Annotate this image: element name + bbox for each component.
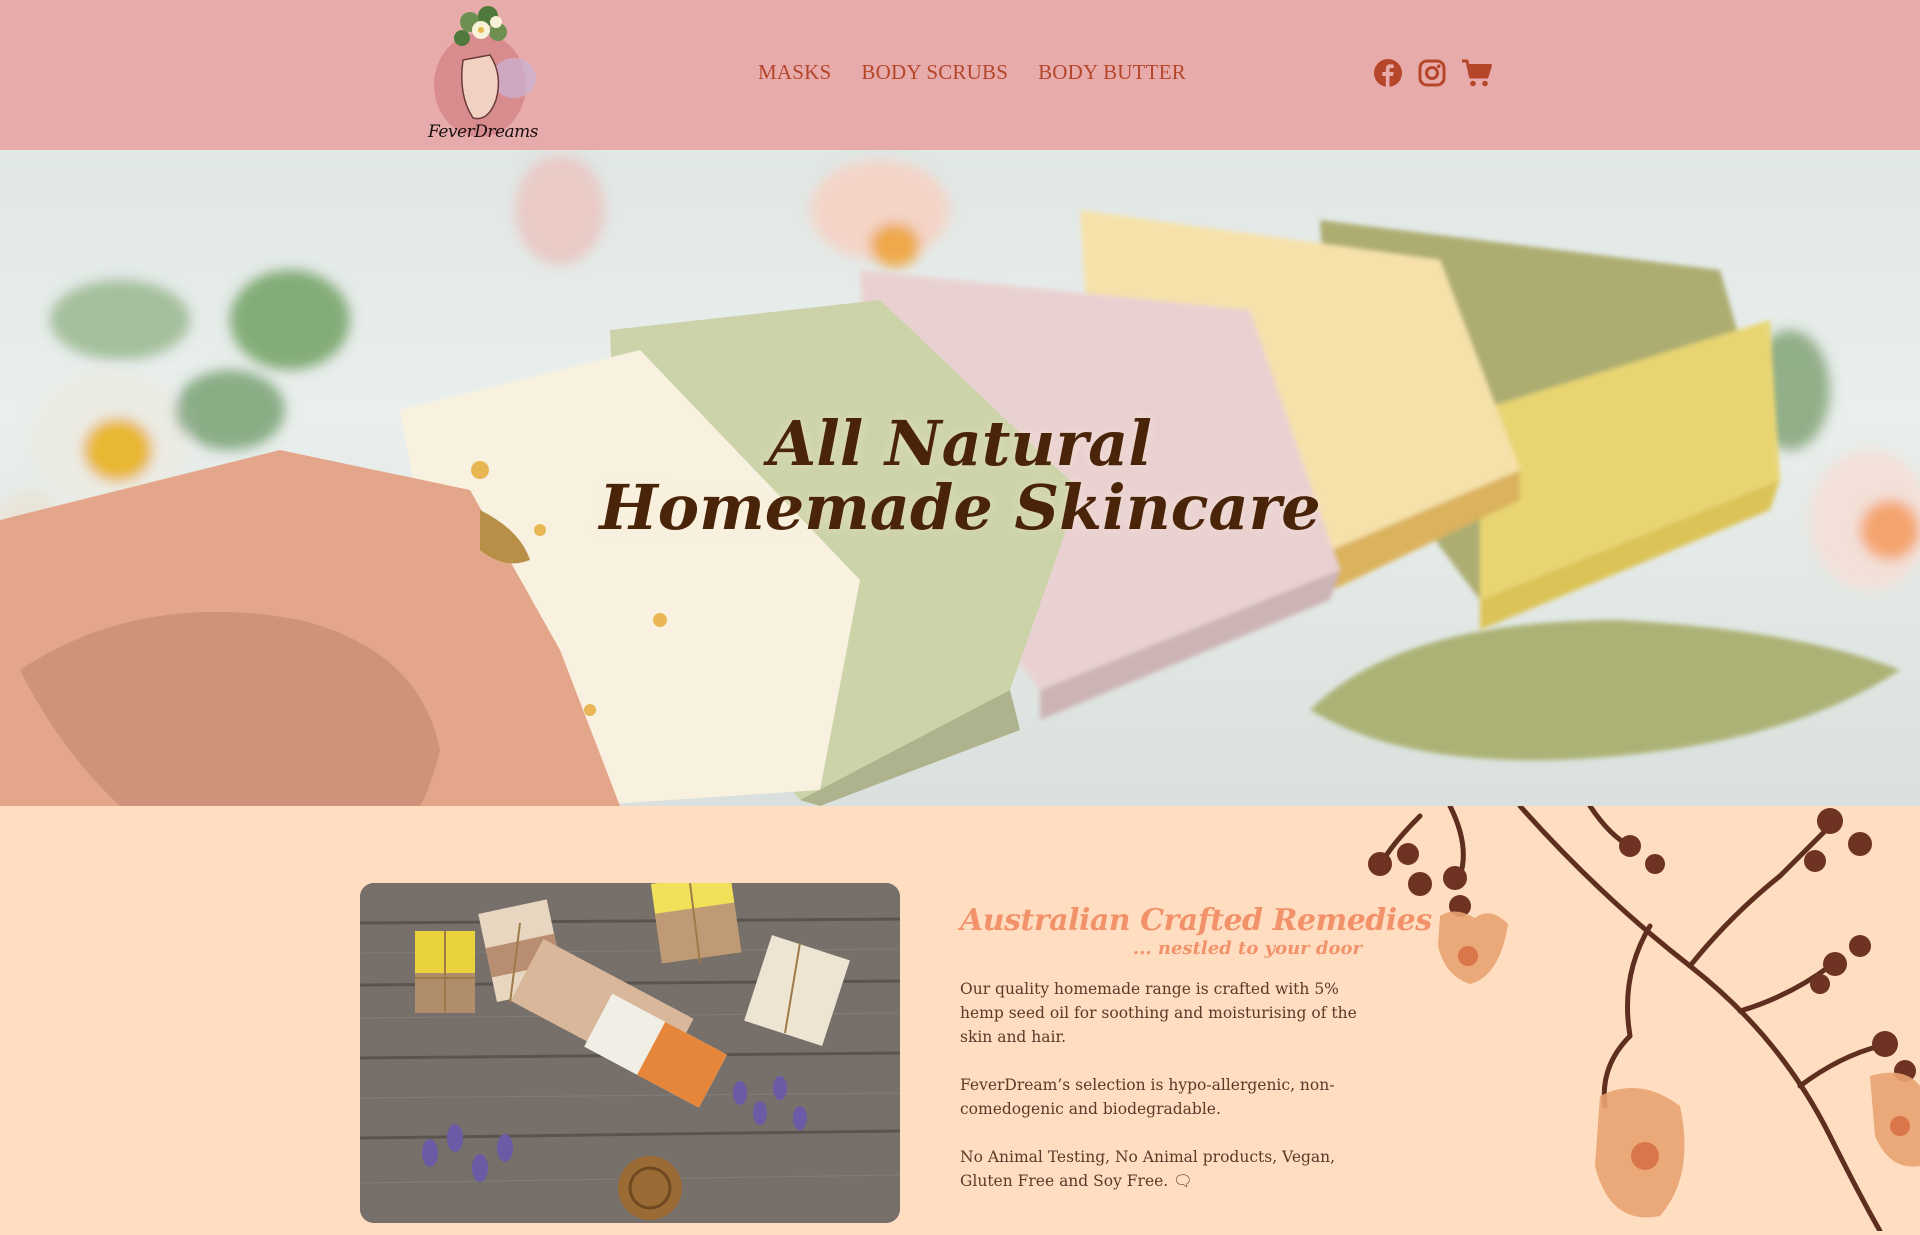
watercolor-branch-decoration xyxy=(1360,803,1920,1234)
main-nav: MASKS BODY SCRUBS BODY BUTTER xyxy=(758,60,1186,85)
brand-name: FeverDreams xyxy=(428,122,539,142)
cart-icon[interactable] xyxy=(1461,58,1492,88)
nav-masks[interactable]: MASKS xyxy=(758,60,831,85)
about-paragraph-hemp: Our quality homemade range is crafted wi… xyxy=(960,980,1357,1046)
nav-body-scrubs[interactable]: BODY SCRUBS xyxy=(861,60,1008,85)
about-paragraph-hypoallergenic: FeverDream’s selection is hypo-allergeni… xyxy=(960,1076,1335,1118)
about-paragraph-vegan: No Animal Testing, No Animal products, V… xyxy=(960,1148,1336,1190)
header-icons xyxy=(1373,58,1492,88)
nav-body-butter[interactable]: BODY BUTTER xyxy=(1038,60,1186,85)
site-header: FeverDreams MASKS BODY SCRUBS BODY BUTTE… xyxy=(0,0,1920,150)
instagram-icon[interactable] xyxy=(1417,58,1447,88)
facebook-icon[interactable] xyxy=(1373,58,1403,88)
brand-logo[interactable]: FeverDreams xyxy=(418,0,543,150)
soap-bundles-image xyxy=(360,883,900,1223)
hero-title-line2: Homemade Skincare xyxy=(599,471,1321,544)
hero-title-line1: All Natural xyxy=(768,407,1152,480)
hero-title: All Natural Homemade Skincare xyxy=(0,412,1920,540)
hero-banner: All Natural Homemade Skincare xyxy=(0,150,1920,806)
soap-gift-photo xyxy=(360,883,900,1223)
about-subheading: ... nestled to your door xyxy=(1132,938,1362,959)
